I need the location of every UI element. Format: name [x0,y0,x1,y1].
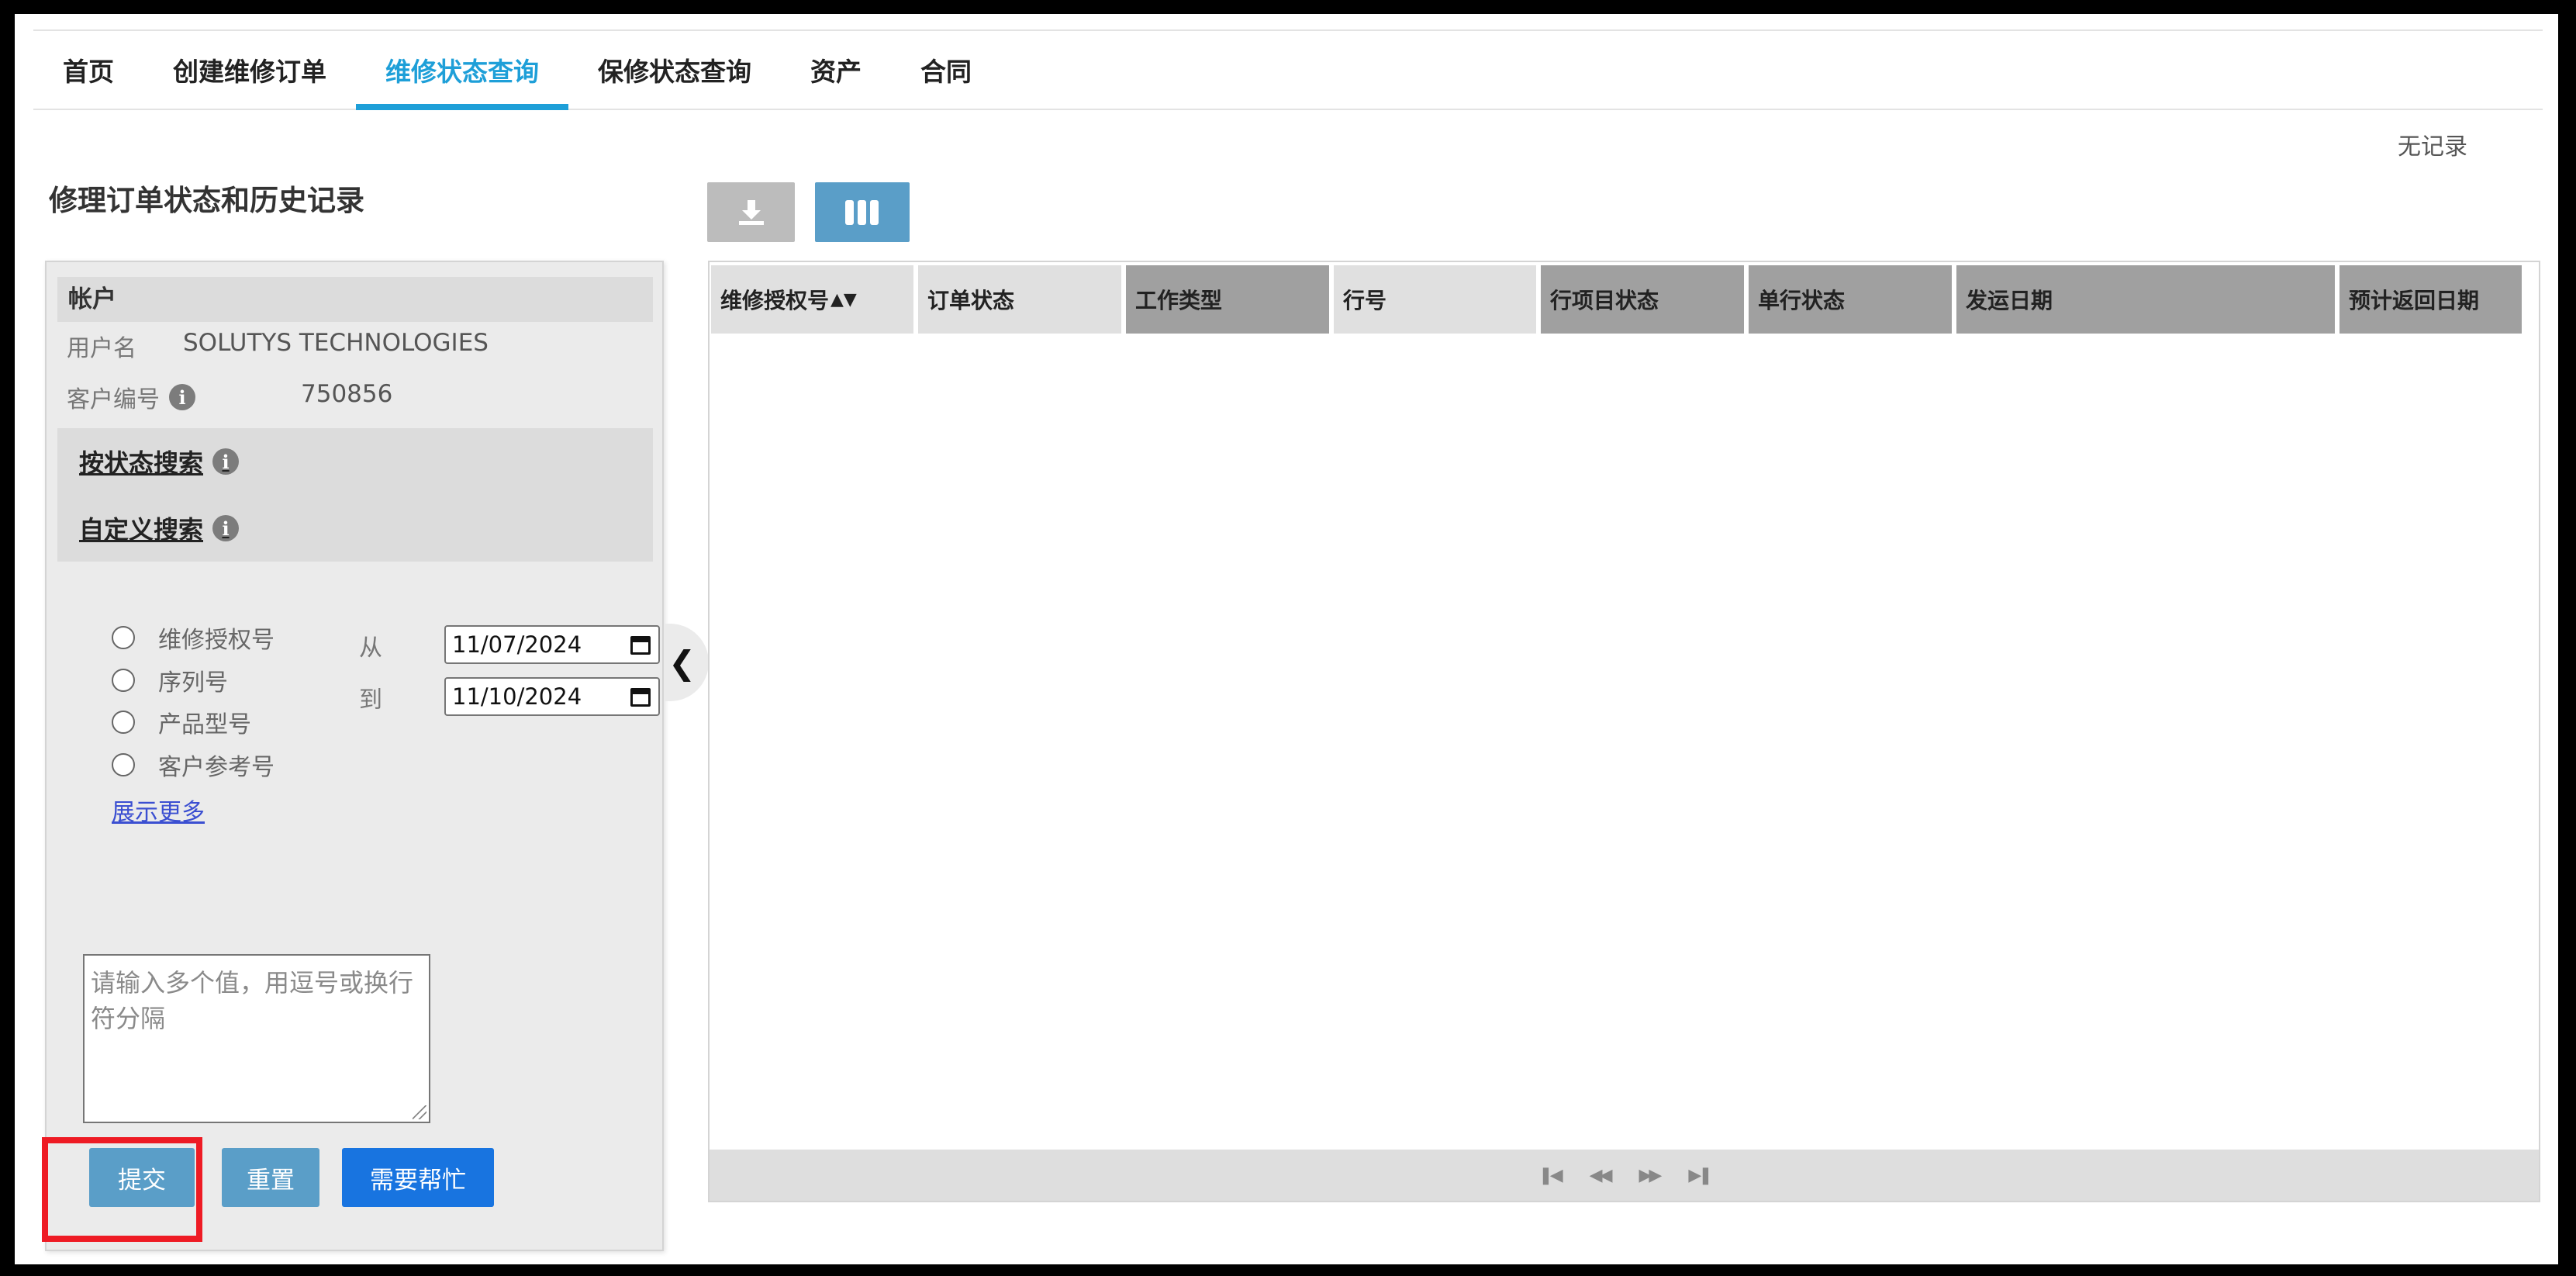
radio-rma-number[interactable]: 维修授权号 [112,621,275,655]
collapse-panel-chevron-icon[interactable]: ❮ [664,624,709,701]
username-label: 用户名 [67,335,136,362]
pagination-bar: ❚◀ ◀◀ ▶▶ ▶❚ [710,1150,2539,1201]
column-header-rma[interactable]: 维修授权号 ▲▼ [711,265,913,334]
from-label: 从 [359,635,382,662]
columns-icon [845,199,879,225]
search-by-status-wrap: 按状态搜索 i [79,444,240,479]
column-header-work-type[interactable]: 工作类型 [1126,265,1329,334]
account-header: 帐户 [57,277,653,322]
from-date-input[interactable]: 11/07/2024 [444,625,660,664]
column-label: 维修授权号 [720,288,830,313]
to-date-value: 11/10/2024 [452,683,582,710]
custom-search-link[interactable]: 自定义搜索 [79,510,203,546]
to-label: 到 [359,686,382,714]
sort-icon[interactable]: ▲▼ [830,290,857,309]
next-page-icon[interactable]: ▶▶ [1639,1166,1663,1185]
to-date-input[interactable]: 11/10/2024 [444,677,660,716]
columns-button[interactable] [815,182,910,242]
results-grid: 维修授权号 ▲▼ 订单状态 工作类型 行号 行项目状态 单行状态 发运日期 预计… [708,261,2540,1202]
radio-label: 客户参考号 [158,754,275,781]
tab-home[interactable]: 首页 [33,31,143,109]
customer-no-value: 750856 [301,380,393,408]
top-navigation: 首页 创建维修订单 维修状态查询 保修状态查询 资产 合同 [33,29,2543,110]
radio-label: 序列号 [158,669,228,697]
app-screen: 首页 创建维修订单 维修状态查询 保修状态查询 资产 合同 无记录 修理订单状态… [15,14,2558,1264]
radio-product-model[interactable]: 产品型号 [112,705,251,739]
tab-repair-status[interactable]: 维修状态查询 [356,31,568,110]
multi-value-textarea[interactable]: 请输入多个值，用逗号或换行符分隔 [83,954,430,1123]
tab-assets[interactable]: 资产 [781,31,891,109]
calendar-icon[interactable] [630,688,651,707]
info-icon[interactable]: i [212,515,240,541]
column-header-order-status[interactable]: 订单状态 [918,265,1121,334]
reset-button[interactable]: 重置 [222,1148,319,1207]
page-title: 修理订单状态和历史记录 [49,184,364,217]
radio-label: 产品型号 [158,711,251,738]
radio-button[interactable] [112,669,135,692]
highlight-box [42,1137,202,1242]
resize-grip-icon[interactable] [413,1105,426,1119]
search-panel: 帐户 用户名 SOLUTYS TECHNOLOGIES 客户编号 i 75085… [45,261,664,1251]
search-by-status-link[interactable]: 按状态搜索 [79,444,203,479]
tab-create-repair-order[interactable]: 创建维修订单 [143,31,356,109]
show-more-link[interactable]: 展示更多 [112,793,205,827]
column-header-single-line-status[interactable]: 单行状态 [1749,265,1952,334]
last-page-icon[interactable]: ▶❚ [1688,1166,1712,1185]
from-date-value: 11/07/2024 [452,631,582,658]
username-value: SOLUTYS TECHNOLOGIES [183,329,489,357]
customer-no-label-wrap: 客户编号 i [67,380,195,414]
radio-button[interactable] [112,753,135,776]
radio-button[interactable] [112,626,135,649]
calendar-icon[interactable] [630,636,651,655]
grid-header: 维修授权号 ▲▼ 订单状态 工作类型 行号 行项目状态 单行状态 发运日期 预计… [711,265,2537,334]
custom-search-wrap: 自定义搜索 i [79,510,240,546]
prev-page-icon[interactable]: ◀◀ [1590,1166,1613,1185]
info-icon[interactable]: i [169,384,195,410]
radio-label: 维修授权号 [158,627,275,654]
info-icon[interactable]: i [212,448,240,475]
radio-serial-number[interactable]: 序列号 [112,663,228,697]
column-header-est-return-date[interactable]: 预计返回日期 [2339,265,2522,334]
download-button[interactable] [707,182,795,242]
column-header-line-number[interactable]: 行号 [1334,265,1536,334]
customer-no-label: 客户编号 [67,386,160,413]
textarea-placeholder: 请输入多个值，用逗号或换行符分隔 [91,968,414,1033]
radio-button[interactable] [112,711,135,734]
tab-warranty-status[interactable]: 保修状态查询 [568,31,781,109]
tab-contracts[interactable]: 合同 [891,31,1001,109]
help-button[interactable]: 需要帮忙 [342,1148,494,1207]
no-records-label: 无记录 [2398,133,2467,161]
download-icon [738,199,764,225]
radio-customer-reference[interactable]: 客户参考号 [112,748,275,782]
search-mode-box: 按状态搜索 i 自定义搜索 i [57,428,653,562]
first-page-icon[interactable]: ❚◀ [1538,1166,1563,1185]
column-header-ship-date[interactable]: 发运日期 [1956,265,2335,334]
column-header-line-item-status[interactable]: 行项目状态 [1541,265,1744,334]
